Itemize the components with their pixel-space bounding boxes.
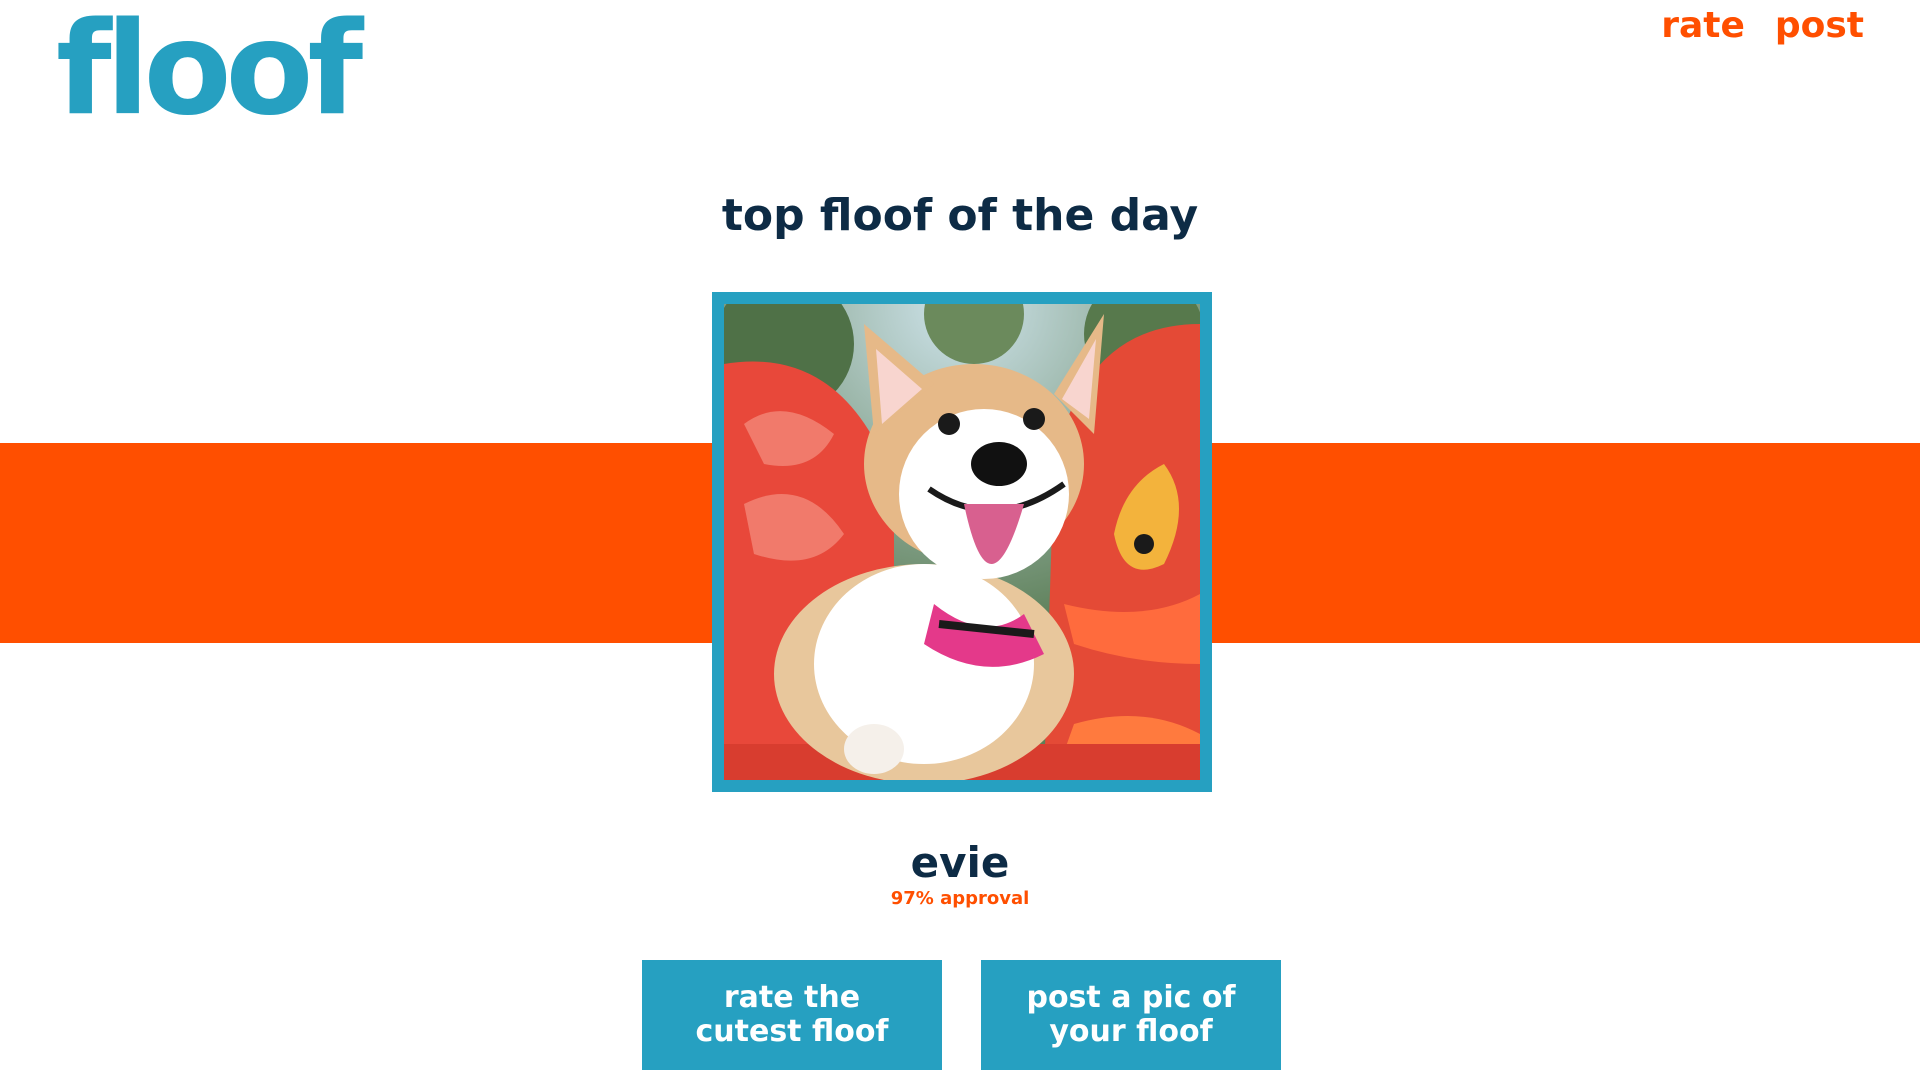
- nav-rate-link[interactable]: rate: [1661, 4, 1745, 47]
- page: floof rate post top floof of the day evi…: [0, 0, 1920, 1080]
- corgi-photo-image: [724, 304, 1200, 780]
- rate-cta-button[interactable]: rate the cutest floof: [642, 960, 942, 1070]
- post-cta-button[interactable]: post a pic of your floof: [981, 960, 1281, 1070]
- nav-post-link[interactable]: post: [1775, 4, 1864, 47]
- featured-dog-name: evie: [910, 838, 1010, 887]
- floof-logo[interactable]: floof: [56, 0, 363, 134]
- approval-rating: 97% approval: [890, 888, 1030, 909]
- featured-photo: [712, 292, 1212, 792]
- page-title: top floof of the day: [721, 190, 1199, 241]
- top-nav: rate post: [1661, 4, 1864, 47]
